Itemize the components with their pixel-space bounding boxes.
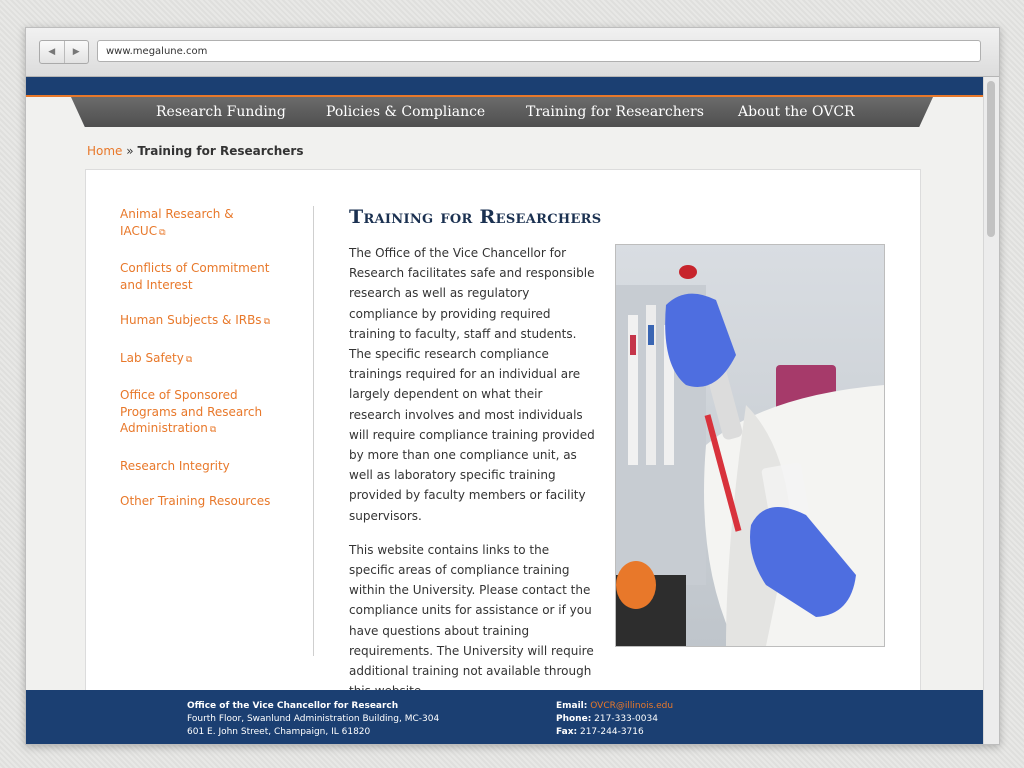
footer-address: Office of the Vice Chancellor for Resear… [187, 700, 439, 739]
contact-paragraph: This website contains links to the speci… [349, 542, 594, 698]
footer-org-name: Office of the Vice Chancellor for Resear… [187, 701, 399, 711]
footer-address-line-2: 601 E. John Street, Champaign, IL 61820 [187, 727, 371, 737]
page-title: Training for Researchers [349, 206, 602, 228]
main-content: The Office of the Vice Chancellor for Re… [349, 243, 597, 715]
breadcrumb-separator: » [126, 144, 134, 158]
footer-email-link[interactable]: OVCR@illinois.edu [590, 701, 673, 711]
external-link-icon: ⧉ [159, 227, 166, 238]
history-buttons: ◀ ▶ [39, 40, 89, 64]
site-footer: Office of the Vice Chancellor for Resear… [26, 690, 984, 744]
sidebar-item-label: Research Integrity [120, 458, 230, 473]
back-icon[interactable]: ◀ [40, 41, 64, 63]
breadcrumb-home-link[interactable]: Home [87, 144, 122, 158]
sidebar-item-animal-research[interactable]: Animal Research & IACUC ⧉ [120, 206, 280, 241]
web-page: Research Funding Policies & Compliance T… [26, 77, 984, 744]
lab-scientist-pipette-image [616, 245, 884, 646]
sidebar-item-label: Lab Safety [120, 350, 184, 365]
sidebar-item-sponsored-programs[interactable]: Office of Sponsored Programs and Researc… [120, 387, 280, 439]
nav-training-for-researchers[interactable]: Training for Researchers [526, 97, 704, 127]
breadcrumb-current: Training for Researchers [137, 144, 304, 158]
sidebar-item-label: Office of Sponsored Programs and Researc… [120, 388, 263, 435]
intro-paragraph: The Office of the Vice Chancellor for Re… [349, 246, 595, 523]
forward-icon[interactable]: ▶ [63, 41, 89, 63]
nav-research-funding[interactable]: Research Funding [156, 97, 286, 127]
footer-email-label: Email: [556, 701, 588, 711]
content-card: Animal Research & IACUC ⧉ Conflicts of Co… [85, 169, 921, 698]
site-header-band [26, 77, 984, 97]
browser-window: ◀ ▶ www.megalune.com Research Funding Po… [25, 27, 1000, 745]
scrollbar-thumb[interactable] [987, 81, 995, 237]
address-bar[interactable]: www.megalune.com [97, 40, 981, 62]
sidebar-item-label: Animal Research & IACUC [120, 207, 234, 238]
nav-policies-compliance[interactable]: Policies & Compliance [326, 97, 485, 127]
sidebar-item-research-integrity[interactable]: Research Integrity [120, 458, 280, 475]
external-link-icon: ⧉ [185, 354, 193, 365]
footer-fax: 217-244-3716 [579, 727, 644, 737]
sidebar-item-label: Other Training Resources [120, 494, 271, 508]
external-link-icon: ⧉ [263, 317, 270, 327]
footer-phone: 217-333-0034 [594, 714, 658, 724]
sidebar-item-other-training[interactable]: Other Training Resources [120, 493, 280, 510]
browser-toolbar: ◀ ▶ www.megalune.com [26, 28, 999, 77]
footer-contact: Email: OVCR@illinois.edu Phone: 217-333-… [556, 700, 673, 739]
footer-address-line-1: Fourth Floor, Swanlund Administration Bu… [187, 714, 440, 724]
column-divider [313, 206, 314, 656]
sidebar-item-label: Conflicts of Commitment and Interest [120, 261, 270, 292]
nav-about-ovcr[interactable]: About the OVCR [738, 97, 855, 127]
main-nav: Research Funding Policies & Compliance T… [71, 97, 933, 127]
sidebar-item-lab-safety[interactable]: Lab Safety ⧉ [120, 350, 280, 369]
footer-phone-label: Phone: [556, 714, 592, 724]
sidebar-item-human-subjects[interactable]: Human Subjects & IRBs ⧉ [120, 312, 280, 331]
lab-photo [615, 244, 885, 647]
breadcrumb: Home » Training for Researchers [87, 144, 304, 158]
sidebar-nav: Animal Research & IACUC ⧉ Conflicts of Co… [120, 206, 280, 529]
external-link-icon: ⧉ [209, 425, 217, 435]
vertical-scrollbar[interactable] [983, 77, 999, 744]
footer-fax-label: Fax: [556, 727, 578, 737]
sidebar-item-conflicts[interactable]: Conflicts of Commitment and Interest [120, 260, 280, 293]
sidebar-item-label: Human Subjects & IRBs [120, 313, 262, 327]
